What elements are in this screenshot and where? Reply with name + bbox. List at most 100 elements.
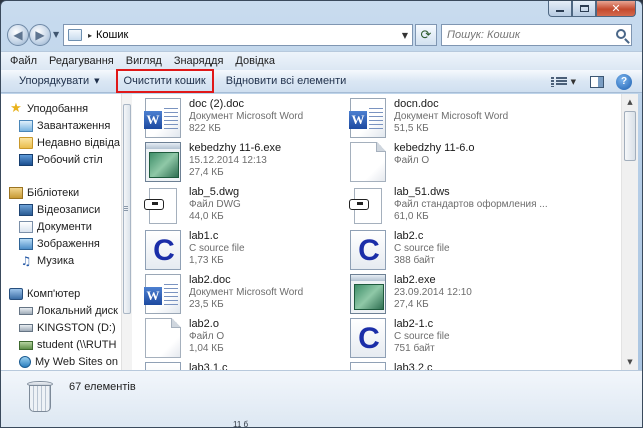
back-button[interactable]: ◀ <box>7 24 29 46</box>
explorer-window: ✕ ◀ ▶ ▼ ▸ Кошик ▼ ⟳ Файл Редагування Виг… <box>0 0 643 428</box>
usb-drive-icon <box>19 324 33 332</box>
navigation-pane: ★ Уподобання Завантаження Недавно відвід… <box>1 94 121 370</box>
file-size: 751 байт <box>394 343 435 354</box>
command-bar: Упорядкувати ▼ Очистити кошик Відновити … <box>1 69 642 93</box>
menu-help[interactable]: Довідка <box>235 55 275 67</box>
view-controls: ▼ ? <box>550 70 642 93</box>
file-item[interactable]: W docn.doc Документ Microsoft Word 51,5 … <box>337 94 577 142</box>
nav-item-music[interactable]: ♫ Музика <box>19 253 75 269</box>
file-item[interactable]: C lab3.1.c <box>132 358 372 370</box>
nav-item-documents[interactable]: Документи <box>19 219 92 235</box>
close-button[interactable]: ✕ <box>596 1 636 17</box>
preview-pane-icon[interactable] <box>590 75 604 88</box>
nav-label: Завантаження <box>37 120 111 132</box>
nav-item-recent-places[interactable]: Недавно відвіда <box>19 135 120 151</box>
file-item[interactable]: W lab2.doc Документ Microsoft Word 23,5 … <box>132 270 372 318</box>
file-type: C source file <box>394 331 450 342</box>
nav-item-kingston[interactable]: KINGSTON (D:) <box>19 320 116 336</box>
scrollbar-thumb[interactable] <box>624 111 636 161</box>
item-count: 67 елементів <box>69 381 136 393</box>
nav-item-downloads[interactable]: Завантаження <box>19 118 110 134</box>
search-box[interactable] <box>441 24 632 46</box>
breadcrumb-separator-icon[interactable]: ▸ <box>88 31 92 40</box>
nav-label: Локальний диск <box>37 305 118 317</box>
nav-item-network-student[interactable]: student (\\RUTH <box>19 337 116 353</box>
hard-drive-icon <box>19 307 33 315</box>
arrow-left-icon: ◀ <box>13 28 23 42</box>
computer-icon <box>9 288 23 300</box>
forward-button[interactable]: ▶ <box>29 24 51 46</box>
scroll-down-icon[interactable]: ▼ <box>622 354 638 370</box>
exe-icon <box>145 142 181 182</box>
navigation-scrollbar[interactable] <box>121 94 132 370</box>
file-item[interactable]: lab_5.dwg Файл DWG 44,0 КБ <box>132 182 372 230</box>
menu-edit[interactable]: Редагування <box>49 55 114 67</box>
file-list: W doc (2).doc Документ Microsoft Word 82… <box>132 94 621 370</box>
file-item[interactable]: kebedzhy 11-6.o Файл O <box>337 138 577 186</box>
help-icon[interactable]: ? <box>616 73 632 90</box>
recent-pages-dropdown[interactable]: ▼ <box>53 30 59 39</box>
menu-tools[interactable]: Знаряддя <box>174 55 224 67</box>
downloads-folder-icon <box>19 120 33 132</box>
breadcrumb-item-recycle-bin[interactable]: Кошик <box>96 29 128 41</box>
file-item[interactable]: C lab1.c C source file 1,73 КБ <box>132 226 372 274</box>
file-item[interactable]: lab2.o Файл O 1,04 КБ <box>132 314 372 362</box>
change-view-icon[interactable] <box>550 76 567 88</box>
content-scrollbar[interactable]: ▲ ▼ <box>621 94 638 370</box>
word-icon: W <box>144 98 181 138</box>
scroll-up-icon[interactable]: ▲ <box>622 94 638 110</box>
documents-icon <box>19 221 33 233</box>
file-size: 822 КБ <box>189 123 221 134</box>
nav-item-pictures[interactable]: Зображення <box>19 236 100 252</box>
file-item[interactable]: W doc (2).doc Документ Microsoft Word 82… <box>132 94 372 142</box>
nav-item-videos[interactable]: Відеозаписи <box>19 202 100 218</box>
address-bar[interactable]: ▸ Кошик ▼ <box>63 24 413 46</box>
videos-icon <box>19 204 33 216</box>
menu-file[interactable]: Файл <box>10 55 37 67</box>
file-type: C source file <box>394 243 450 254</box>
file-name: lab_51.dws <box>394 186 450 198</box>
nav-item-local-disk[interactable]: Локальний диск <box>19 303 118 319</box>
file-type: Файл O <box>394 155 430 166</box>
file-name: lab1.c <box>189 230 219 242</box>
refresh-button[interactable]: ⟳ <box>415 24 437 46</box>
file-item[interactable]: C lab3.2.c <box>337 358 577 370</box>
file-size: 27,4 КБ <box>189 167 224 178</box>
view-options-dropdown[interactable]: ▼ <box>571 78 576 86</box>
nav-item-web-sites[interactable]: My Web Sites on <box>19 354 118 370</box>
file-name: lab3.2.c <box>394 362 433 370</box>
maximize-icon <box>579 5 589 12</box>
recycle-bin-icon <box>27 381 53 413</box>
nav-item-desktop[interactable]: Робочий стіл <box>19 152 103 168</box>
nav-label: Музика <box>37 255 75 267</box>
web-folder-icon <box>19 356 31 368</box>
nav-libraries[interactable]: Бібліотеки <box>9 185 79 201</box>
music-icon: ♫ <box>20 254 32 268</box>
file-item[interactable]: kebedzhy 11-6.exe 15.12.2014 12:13 27,4 … <box>132 138 372 186</box>
maximize-button[interactable] <box>572 1 596 17</box>
dropdown-arrow-icon: ▼ <box>94 77 100 85</box>
menu-view[interactable]: Вигляд <box>126 55 162 67</box>
search-icon[interactable] <box>616 29 626 39</box>
arrow-right-icon: ▶ <box>35 28 45 42</box>
minimize-icon <box>556 10 564 12</box>
minimize-button[interactable] <box>548 1 572 17</box>
file-item[interactable]: lab_51.dws Файл стандартов оформления ..… <box>337 182 577 230</box>
empty-recycle-bin-button[interactable]: Очистити кошик <box>115 69 214 93</box>
file-item[interactable]: lab2.exe 23.09.2014 12:10 27,4 КБ <box>337 270 577 318</box>
search-input[interactable] <box>442 25 607 45</box>
file-size: 23,5 КБ <box>189 299 224 310</box>
nav-label: Недавно відвіда <box>37 137 120 149</box>
file-item[interactable]: C lab2-1.c C source file 751 байт <box>337 314 577 362</box>
chevron-down-icon[interactable]: ▼ <box>402 31 408 40</box>
file-size: 27,4 КБ <box>394 299 429 310</box>
nav-favorites[interactable]: ★ Уподобання <box>9 101 88 117</box>
restore-all-button[interactable]: Відновити всі елементи <box>220 72 353 91</box>
nav-label: Уподобання <box>27 103 89 115</box>
nav-label: My Web Sites on <box>35 356 118 368</box>
file-size: 1,04 КБ <box>189 343 224 354</box>
file-item[interactable]: C lab2.c C source file 388 байт <box>337 226 577 274</box>
organize-button[interactable]: Упорядкувати ▼ <box>13 72 106 91</box>
file-size: 44,0 КБ <box>189 211 224 222</box>
nav-computer[interactable]: Комп'ютер <box>9 286 80 302</box>
